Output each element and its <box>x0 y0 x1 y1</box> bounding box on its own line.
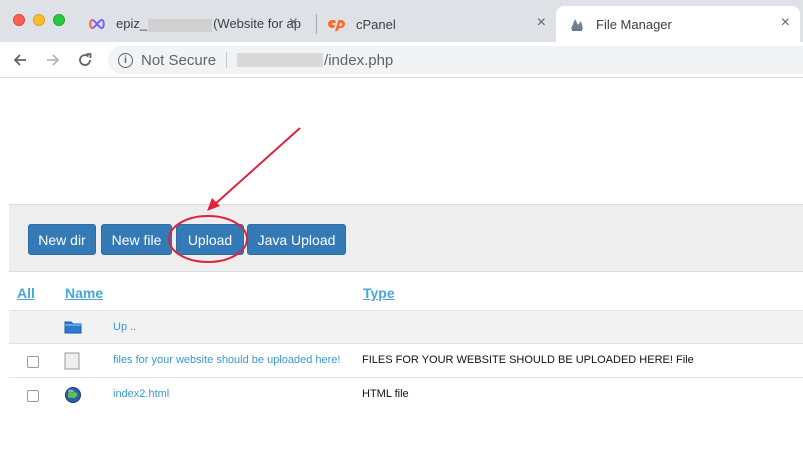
close-tab-icon[interactable]: × <box>781 15 790 31</box>
sort-by-type-link[interactable]: Type <box>363 285 395 301</box>
address-bar[interactable]: i Not Secure /index.php <box>108 46 803 74</box>
infinity-icon <box>88 15 106 33</box>
file-name-link[interactable]: files for your website should be uploade… <box>113 354 340 366</box>
browser-tab-bar: epiz_ (Website for ap × cPanel × File Man… <box>0 0 803 42</box>
row-checkbox[interactable] <box>27 390 39 402</box>
table-row: files for your website should be uploade… <box>9 344 803 378</box>
java-upload-button[interactable]: Java Upload <box>247 224 346 255</box>
tab-cpanel[interactable]: cPanel × <box>316 6 556 42</box>
new-file-button[interactable]: New file <box>101 224 172 255</box>
tab-epiz[interactable]: epiz_ (Website for ap × <box>76 6 308 42</box>
row-checkbox[interactable] <box>27 356 39 368</box>
address-divider <box>226 52 228 68</box>
redacted-text <box>148 18 213 32</box>
back-arrow-icon[interactable] <box>8 48 32 72</box>
tab-title-prefix: epiz_ <box>116 16 148 32</box>
tab-title: epiz_ (Website for ap <box>116 16 301 32</box>
window-close-button[interactable] <box>13 14 25 26</box>
url-text: /index.php <box>324 51 394 69</box>
file-actions-bar: New dir New file Upload Java Upload <box>9 204 803 272</box>
tab-title: cPanel <box>356 16 396 32</box>
file-icon <box>64 352 82 370</box>
parent-directory-row: Up .. <box>9 310 803 344</box>
file-table-header: All Name Type <box>9 272 803 310</box>
security-indicator[interactable]: Not Secure <box>141 52 216 69</box>
reload-icon[interactable] <box>73 48 97 72</box>
new-dir-button[interactable]: New dir <box>28 224 96 255</box>
forward-arrow-icon[interactable] <box>41 48 65 72</box>
table-row: index2.html HTML file <box>9 378 803 412</box>
sort-by-name-link[interactable]: Name <box>65 285 103 301</box>
upload-button[interactable]: Upload <box>176 224 244 255</box>
tab-file-manager[interactable]: File Manager × <box>556 6 800 42</box>
browser-toolbar: i Not Secure /index.php <box>0 42 803 78</box>
select-all-link[interactable]: All <box>17 285 35 301</box>
cpanel-icon <box>328 15 346 33</box>
file-name-link[interactable]: index2.html <box>113 388 169 400</box>
annotation-arrow <box>213 127 301 206</box>
file-manager-icon <box>568 15 586 33</box>
close-tab-icon[interactable]: × <box>537 15 546 31</box>
folder-icon <box>64 319 82 337</box>
tab-title: File Manager <box>596 16 672 32</box>
parent-directory-link[interactable]: Up .. <box>113 321 136 333</box>
globe-icon <box>64 386 82 404</box>
redacted-text <box>237 53 324 67</box>
close-tab-icon[interactable]: × <box>289 15 298 31</box>
info-icon[interactable]: i <box>118 52 133 68</box>
file-type: HTML file <box>362 388 409 400</box>
window-minimize-button[interactable] <box>33 14 45 26</box>
file-type: FILES FOR YOUR WEBSITE SHOULD BE UPLOADE… <box>362 354 694 366</box>
window-maximize-button[interactable] <box>53 14 65 26</box>
